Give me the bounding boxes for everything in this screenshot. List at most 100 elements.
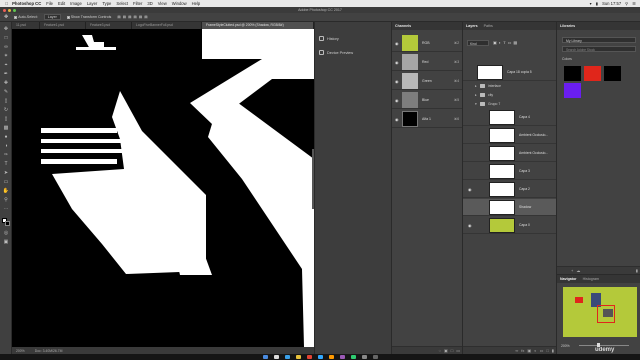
trash-icon[interactable]: ▮	[552, 348, 554, 353]
link-icon[interactable]: ∞	[515, 348, 518, 353]
illustrator-icon[interactable]	[328, 354, 334, 360]
channel-row[interactable]: ◉ RGB ⌘2	[392, 34, 463, 52]
adjustment-icon[interactable]: ◐	[534, 348, 536, 353]
layer-row[interactable]: ◉ Capa 0	[463, 217, 557, 234]
eye-icon[interactable]: ◉	[395, 98, 399, 103]
eraser-icon[interactable]: ▯	[2, 116, 10, 122]
eye-icon[interactable]: ◉	[395, 117, 399, 122]
background-color-swatch[interactable]	[5, 221, 10, 226]
layer-filter-icons[interactable]: ▣◐T▭▦	[493, 40, 519, 45]
apple-icon[interactable]: 	[5, 1, 8, 6]
channel-row[interactable]: ◉ Green ⌘4	[392, 72, 463, 90]
color-swatch[interactable]	[584, 66, 601, 81]
layer-row-selected[interactable]: Shadow	[463, 199, 557, 216]
menu-select[interactable]: Select	[116, 1, 128, 6]
clock[interactable]: Sun 17:57	[602, 1, 621, 6]
tab-paths[interactable]: Paths	[484, 22, 493, 30]
new-layer-icon[interactable]: □	[546, 348, 548, 353]
quick-select-icon[interactable]: ✶	[2, 53, 10, 59]
finder-icon[interactable]	[262, 354, 268, 360]
pen-icon[interactable]: ✑	[2, 152, 10, 158]
layer-row[interactable]: Capa 4	[463, 109, 557, 126]
show-transform-checkbox[interactable]: Show Transform Controls	[66, 15, 111, 19]
path-select-icon[interactable]: ➤	[2, 170, 10, 176]
lasso-icon[interactable]: ∞	[2, 44, 10, 50]
menu-file[interactable]: File	[46, 1, 53, 6]
menu-help[interactable]: Help	[192, 1, 201, 6]
system-prefs-icon[interactable]	[361, 354, 367, 360]
brush-icon[interactable]: ✎	[2, 89, 10, 95]
premiere-icon[interactable]	[339, 354, 345, 360]
dodge-icon[interactable]: ◑	[2, 143, 10, 149]
menu-extras-icon[interactable]: ☰	[632, 1, 636, 6]
menu-window[interactable]: Window	[172, 1, 187, 6]
device-preview-panel-button[interactable]: Device Preview	[319, 50, 353, 55]
channel-row[interactable]: ◉ Blue ⌘5	[392, 91, 463, 109]
blur-icon[interactable]: ●	[2, 134, 10, 140]
messages-icon[interactable]	[350, 354, 356, 360]
shape-icon[interactable]: ▭	[2, 179, 10, 185]
group-icon[interactable]: ▭	[540, 348, 544, 353]
eye-icon[interactable]: ◉	[395, 60, 399, 65]
healing-icon[interactable]: ✚	[2, 80, 10, 86]
eye-icon[interactable]: ◉	[395, 41, 399, 46]
menu-view[interactable]: View	[158, 1, 167, 6]
photoshop-icon[interactable]	[317, 354, 323, 360]
layer-row[interactable]: Capa 18 copia 5	[463, 64, 557, 81]
move-tool-icon[interactable]: ✥	[4, 14, 8, 20]
search-icon[interactable]: ⚲	[625, 1, 628, 6]
doc-tab[interactable]: LogoFiveBannerFull.psd	[132, 22, 202, 29]
layer-row[interactable]: ◉ Capa 2	[463, 181, 557, 198]
tab-histogram[interactable]: Histogram	[583, 275, 599, 283]
stamp-icon[interactable]: ▯	[2, 98, 10, 104]
cloud-icon[interactable]: ☁	[576, 268, 580, 273]
screen-mode-icon[interactable]: ▣	[2, 239, 10, 245]
calendar-icon[interactable]	[306, 354, 312, 360]
history-panel-button[interactable]: History	[319, 36, 339, 41]
view-box[interactable]	[597, 305, 615, 323]
channels-title[interactable]: Channels	[392, 22, 462, 30]
history-brush-icon[interactable]: ↻	[2, 107, 10, 113]
layer-row[interactable]: Ambient Occlusio...	[463, 127, 557, 144]
eye-icon[interactable]: ◉	[468, 187, 472, 192]
tab-navigator[interactable]: Navigator	[560, 275, 577, 283]
save-selection-icon[interactable]: ▣	[444, 348, 448, 353]
gradient-icon[interactable]: ▩	[2, 125, 10, 131]
marquee-icon[interactable]: □	[2, 35, 10, 41]
add-content-icon[interactable]: +	[571, 268, 573, 273]
launchpad-icon[interactable]	[273, 354, 279, 360]
group-row[interactable]: ▾ Grupo 7	[463, 100, 557, 108]
colors-section-label[interactable]: Colors	[562, 57, 572, 61]
collapse-arrow-icon[interactable]: ▾	[475, 102, 477, 106]
doc-tab[interactable]: 11.psd	[12, 22, 40, 29]
auto-select-dropdown[interactable]: Layer	[43, 14, 61, 20]
trash-dock-icon[interactable]	[372, 354, 378, 360]
color-swatch[interactable]	[564, 83, 581, 98]
library-dropdown[interactable]: My Library	[562, 37, 636, 43]
align-icons[interactable]: ▤▤▤▤▤▤	[117, 15, 149, 19]
menu-layer[interactable]: Layer	[87, 1, 97, 6]
layer-filter-kind[interactable]: Kind	[467, 40, 489, 46]
canvas-area[interactable]	[12, 29, 314, 347]
layer-row[interactable]: Capa 3	[463, 163, 557, 180]
new-channel-icon[interactable]: □	[451, 348, 453, 353]
minimize-window-button[interactable]	[8, 8, 11, 12]
doc-tab[interactable]: Feature3.psd	[86, 22, 132, 29]
layer-row[interactable]: Ambient Occlusio...	[463, 145, 557, 162]
menu-3d[interactable]: 3D	[147, 1, 152, 6]
navigator-preview[interactable]	[563, 287, 637, 337]
zoom-slider[interactable]	[579, 345, 629, 346]
wifi-icon[interactable]: ▾	[590, 1, 592, 6]
channel-row[interactable]: ◉ Red ⌘3	[392, 53, 463, 71]
trash-icon[interactable]: ▮	[636, 268, 638, 273]
notes-icon[interactable]	[295, 354, 301, 360]
library-search[interactable]: Search Adobe Stock	[562, 46, 636, 52]
menu-type[interactable]: Type	[102, 1, 111, 6]
color-swatch[interactable]	[604, 66, 621, 81]
eye-icon[interactable]: ◉	[468, 223, 472, 228]
load-selection-icon[interactable]: ◌	[439, 348, 441, 353]
battery-icon[interactable]: ▮	[596, 1, 598, 6]
move-icon[interactable]: ✥	[2, 26, 10, 32]
zoom-readout[interactable]: 200%	[16, 349, 25, 353]
fx-icon[interactable]: fx	[521, 348, 524, 353]
